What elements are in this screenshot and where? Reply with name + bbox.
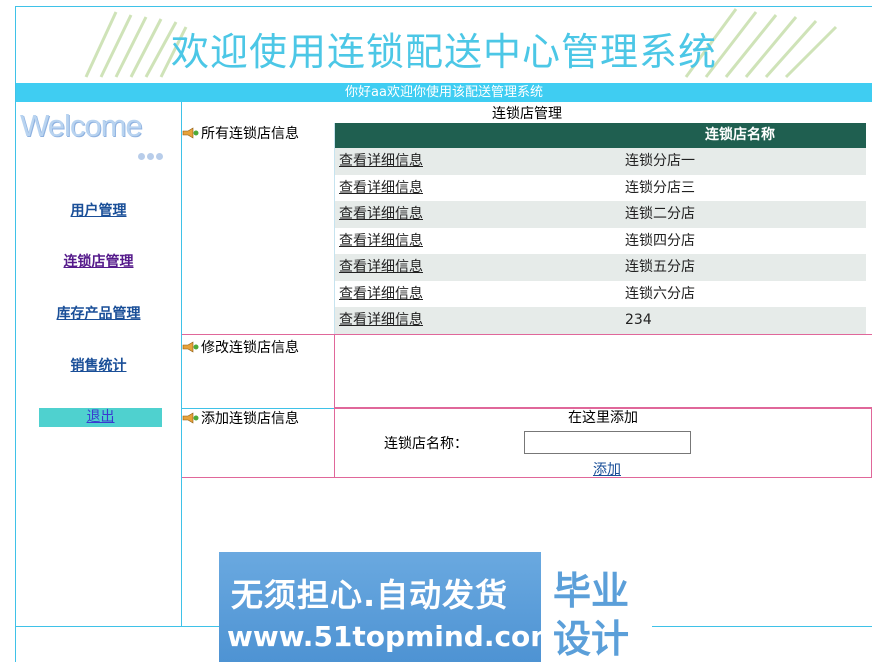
store-name: 连锁二分店 [625, 206, 695, 222]
table-row: 查看详细信息 连锁六分店 [335, 281, 866, 308]
store-name: 连锁五分店 [625, 259, 695, 275]
column-header-store-name: 连锁店名称 [705, 127, 775, 143]
section-all-stores: 所有连锁店信息 [182, 123, 299, 143]
add-button[interactable]: 添加 [593, 459, 621, 479]
view-details-link[interactable]: 查看详细信息 [339, 307, 423, 334]
store-table: 连锁店名称 查看详细信息 连锁分店一 查看详细信息 连锁分店三 查看详细信息 连… [335, 123, 866, 334]
table-row: 查看详细信息 234 [335, 307, 866, 334]
welcome-logo: Welcome [20, 108, 143, 143]
store-name: 连锁四分店 [625, 232, 695, 249]
table-row: 查看详细信息 连锁五分店 [335, 254, 866, 281]
section-edit-store: 修改连锁店信息 [182, 337, 299, 357]
banner-title: 欢迎使用连锁配送中心管理系统 [170, 30, 717, 74]
page-title: 连锁店管理 [492, 106, 562, 122]
sidebar-item-inventory-management[interactable]: 库存产品管理 [16, 303, 181, 323]
view-details-link[interactable]: 查看详细信息 [339, 281, 423, 308]
store-name: 连锁六分店 [625, 285, 695, 302]
speaker-bullet-icon [182, 127, 199, 139]
store-name: 234 [625, 312, 652, 328]
store-name: 连锁分店一 [625, 153, 695, 169]
table-row: 查看详细信息 连锁分店三 [335, 175, 866, 202]
banner: 欢迎使用连锁配送中心管理系统 [16, 7, 872, 83]
section-add-store: 添加连锁店信息 [182, 408, 299, 428]
ad-line-2: www.51topmind.com [227, 620, 560, 653]
ad-right-2: 设计 [553, 617, 630, 661]
store-name-label: 连锁店名称： [384, 436, 468, 452]
logout-button[interactable]: 退出 [39, 408, 162, 427]
view-details-link[interactable]: 查看详细信息 [339, 254, 423, 281]
sidebar: Welcome 用户管理 连锁店管理 库存产品管理 销售统计 退出 [16, 102, 182, 626]
divider [182, 408, 335, 409]
sidebar-item-user-management[interactable]: 用户管理 [16, 200, 181, 220]
table-row: 查看详细信息 连锁分店一 [335, 148, 866, 175]
section-label: 修改连锁店信息 [201, 340, 299, 356]
speaker-bullet-icon [182, 412, 199, 424]
greeting-bar: 你好aa欢迎你使用该配送管理系统 [16, 83, 872, 102]
sidebar-item-sales-statistics[interactable]: 销售统计 [16, 355, 181, 375]
add-form-title: 在这里添加 [568, 410, 638, 426]
table-header: 连锁店名称 [335, 123, 866, 148]
table-row: 查看详细信息 连锁四分店 [335, 228, 866, 255]
watermark-ad: 无须担心.自动发货 www.51topmind.com 毕业 设计 [219, 552, 652, 662]
ad-right-1: 毕业 [553, 569, 630, 613]
section-label: 所有连锁店信息 [201, 126, 299, 142]
view-details-link[interactable]: 查看详细信息 [339, 148, 423, 175]
table-row: 查看详细信息 连锁二分店 [335, 201, 866, 228]
store-name-input[interactable] [524, 431, 691, 454]
speaker-bullet-icon [182, 341, 199, 353]
ad-line-1: 无须担心.自动发货 [231, 576, 509, 614]
edit-store-panel [334, 334, 872, 408]
view-details-link[interactable]: 查看详细信息 [339, 228, 423, 255]
section-label: 添加连锁店信息 [201, 411, 299, 427]
sidebar-item-store-management[interactable]: 连锁店管理 [16, 251, 181, 271]
logo-dots-icon [138, 148, 165, 164]
divider [182, 477, 335, 478]
view-details-link[interactable]: 查看详细信息 [339, 201, 423, 228]
view-details-link[interactable]: 查看详细信息 [339, 175, 423, 202]
store-name: 连锁分店三 [625, 179, 695, 196]
